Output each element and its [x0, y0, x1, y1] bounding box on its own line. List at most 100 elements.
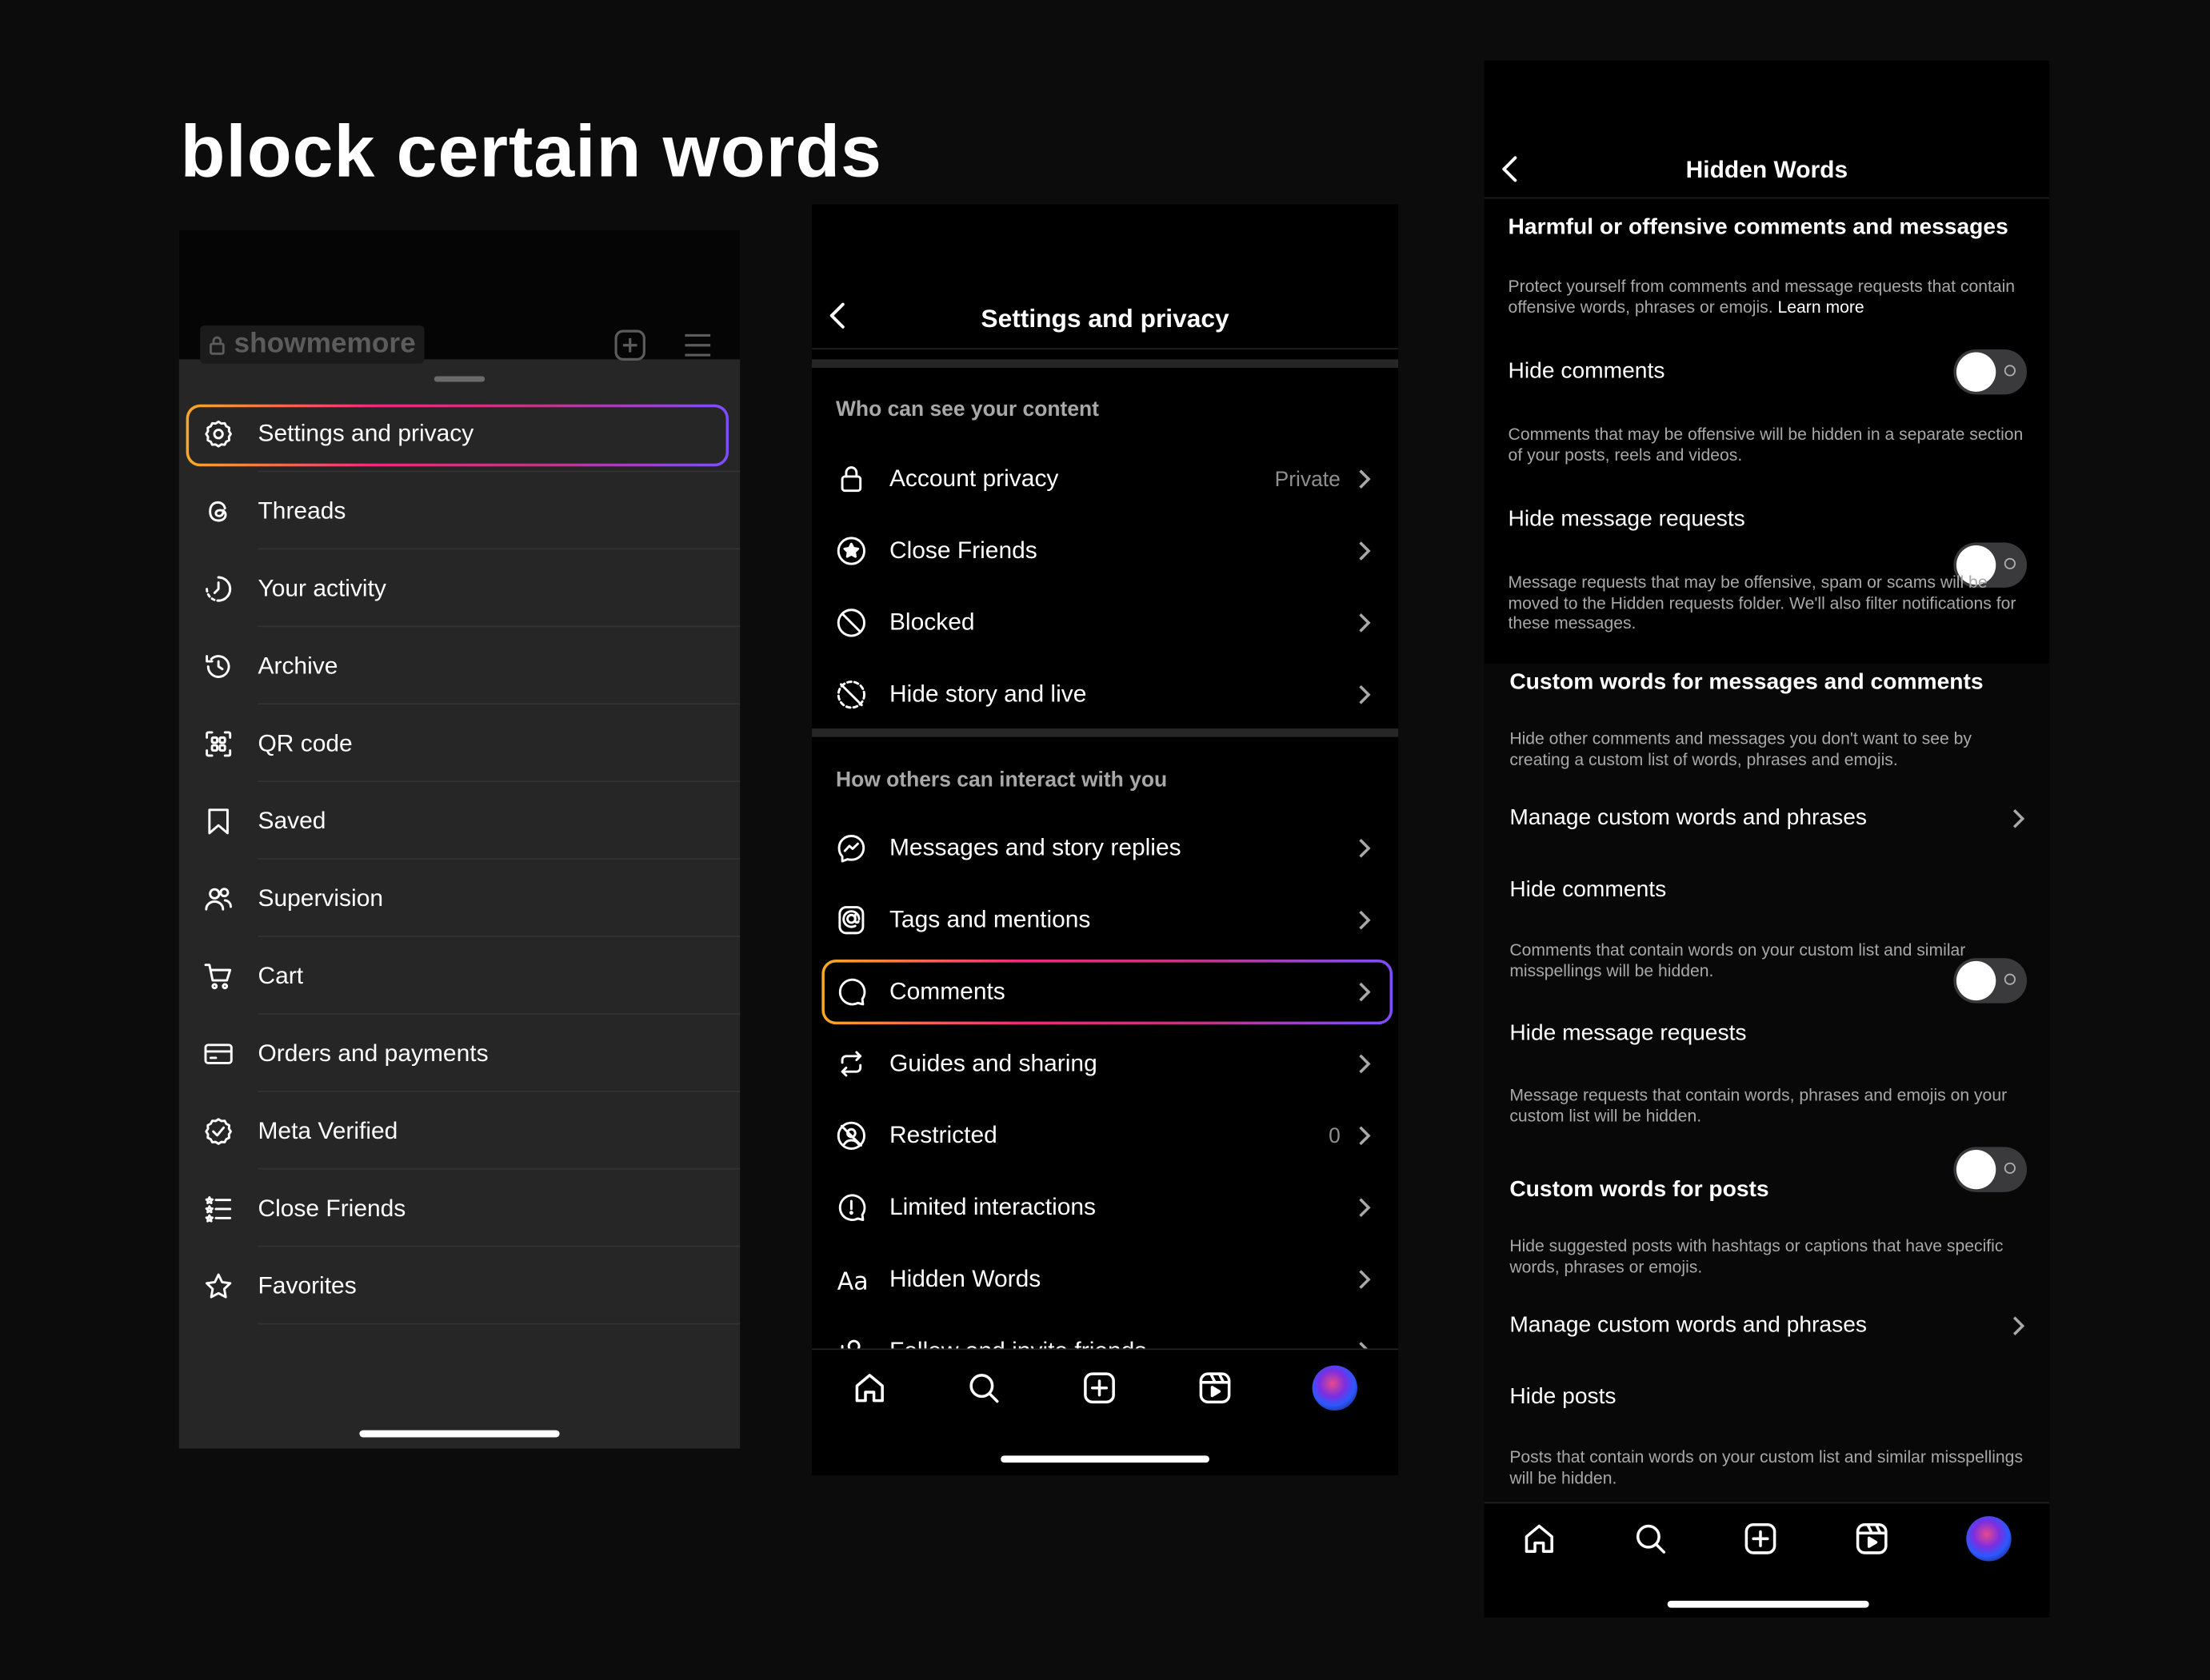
verified-badge-icon: [179, 1116, 258, 1147]
gear-icon: [179, 418, 258, 449]
menu-item-supervision[interactable]: Supervision: [179, 861, 741, 937]
custom-hide-comments-label: Hide comments: [1509, 877, 1667, 902]
create-icon[interactable]: [1744, 1522, 1778, 1555]
row-restricted[interactable]: Restricted 0: [836, 1109, 1374, 1163]
chevron-right-icon: [1359, 469, 1371, 489]
comment-icon: [836, 976, 889, 1008]
menu-item-meta-verified[interactable]: Meta Verified: [179, 1093, 741, 1170]
row-messages-and-story-replies[interactable]: Messages and story replies: [836, 821, 1374, 875]
hide-posts-label: Hide posts: [1509, 1385, 1617, 1410]
row-value: 0: [1329, 1123, 1341, 1148]
profile-avatar[interactable]: [1312, 1365, 1358, 1411]
home-icon[interactable]: [1523, 1522, 1557, 1555]
star-icon: [179, 1271, 258, 1303]
manage-custom-words-label: Manage custom words and phrases: [1509, 805, 1867, 830]
share-arrows-icon: [836, 1048, 889, 1079]
menu-item-label: Settings and privacy: [258, 420, 474, 447]
menu-item-label: Orders and payments: [258, 1040, 489, 1067]
bookmark-icon: [179, 806, 258, 837]
chevron-right-icon: [2012, 1316, 2025, 1336]
toggle-off-indicator: [2004, 1162, 2016, 1174]
menu-item-label: Threads: [258, 497, 346, 525]
blocked-icon: [836, 608, 889, 639]
row-hide-story-and-live[interactable]: Hide story and live: [836, 668, 1374, 721]
menu-item-settings-and-privacy[interactable]: Settings and privacy: [179, 396, 741, 473]
bottom-nav-container: [1484, 1502, 2050, 1618]
learn-more-link[interactable]: Learn more: [1778, 297, 1864, 317]
row-close-friends[interactable]: Close Friends: [836, 525, 1374, 578]
bottom-nav-container: [812, 1348, 1399, 1476]
home-icon[interactable]: [853, 1371, 886, 1405]
profile-avatar[interactable]: [1965, 1516, 2012, 1562]
menu-item-threads[interactable]: Threads: [179, 473, 741, 550]
row-label: Tags and mentions: [889, 906, 1091, 933]
desc-text: Protect yourself from comments and messa…: [1508, 276, 2016, 317]
menu-item-label: Saved: [258, 807, 326, 835]
reels-icon[interactable]: [1855, 1522, 1888, 1555]
chevron-right-icon: [1359, 1198, 1371, 1218]
menu-item-orders-and-payments[interactable]: Orders and payments: [179, 1016, 741, 1092]
row-label: Close Friends: [889, 537, 1037, 564]
custom-hide-message-requests-label: Hide message requests: [1509, 1021, 1747, 1046]
row-label: Messages and story replies: [889, 834, 1181, 861]
at-icon: [836, 904, 889, 936]
menu-item-saved[interactable]: Saved: [179, 784, 741, 860]
card-icon: [179, 1039, 258, 1070]
row-label: Blocked: [889, 609, 975, 636]
home-indicator[interactable]: [1001, 1455, 1209, 1463]
menu-item-favorites[interactable]: Favorites: [179, 1248, 741, 1325]
hide-message-requests-label: Hide message requests: [1508, 507, 1745, 532]
row-tags-and-mentions[interactable]: Tags and mentions: [836, 893, 1374, 947]
create-icon[interactable]: [1082, 1371, 1116, 1405]
header-divider: [1484, 197, 2050, 199]
hide-story-icon: [836, 679, 889, 710]
manage-custom-words-label: Manage custom words and phrases: [1509, 1313, 1867, 1338]
menu-item-close-friends[interactable]: Close Friends: [179, 1171, 741, 1247]
nav-divider: [1484, 1502, 2050, 1504]
hidden-words-panel: Hidden Words Harmful or offensive commen…: [1484, 60, 2050, 1618]
row-comments[interactable]: Comments: [836, 965, 1374, 1019]
custom-hide-comments-desc: Comments that contain words on your cust…: [1509, 940, 1966, 980]
lock-icon: [210, 335, 225, 354]
hide-comments-toggle[interactable]: [1953, 349, 2028, 395]
hide-comments-desc: Comments that may be offensive will be h…: [1508, 424, 2024, 465]
row-account-privacy[interactable]: Account privacy Private: [836, 453, 1374, 506]
hamburger-menu-icon[interactable]: [681, 329, 714, 362]
row-guides-and-sharing[interactable]: Guides and sharing: [836, 1037, 1374, 1091]
menu-item-archive[interactable]: Archive: [179, 629, 741, 705]
row-label: Hide story and live: [889, 680, 1087, 708]
menu-item-cart[interactable]: Cart: [179, 939, 741, 1015]
username-header: showmemore: [200, 325, 425, 364]
row-label: Comments: [889, 977, 1005, 1005]
home-indicator[interactable]: [1667, 1600, 1869, 1608]
row-label: Limited interactions: [889, 1193, 1097, 1221]
section-desc-custom-posts: Hide suggested posts with hashtags or ca…: [1509, 1235, 2004, 1276]
hide-posts-desc: Posts that contain words on your custom …: [1509, 1447, 2024, 1488]
menu-item-your-activity[interactable]: Your activity: [179, 551, 741, 628]
create-post-icon[interactable]: [613, 329, 647, 362]
section-title-custom-words: Custom words for messages and comments: [1509, 670, 1984, 695]
row-hidden-words[interactable]: Aa Hidden Words: [836, 1253, 1374, 1307]
search-icon[interactable]: [1633, 1522, 1667, 1555]
close-friends-list-icon: [179, 1194, 258, 1225]
row-blocked[interactable]: Blocked: [836, 596, 1374, 649]
home-indicator[interactable]: [359, 1430, 560, 1438]
menu-item-label: Favorites: [258, 1272, 357, 1299]
chevron-right-icon: [1359, 982, 1371, 1002]
nav-divider: [812, 1348, 1399, 1351]
menu-item-qr-code[interactable]: QR code: [179, 706, 741, 783]
threads-icon: [179, 496, 258, 527]
reels-icon[interactable]: [1197, 1371, 1231, 1405]
section-title-harmful: Harmful or offensive comments and messag…: [1508, 215, 2008, 240]
section-desc-custom-words: Hide other comments and messages you don…: [1509, 728, 1972, 769]
manage-custom-words-posts-row[interactable]: Manage custom words and phrases: [1509, 1301, 2028, 1351]
manage-custom-words-row[interactable]: Manage custom words and phrases: [1509, 793, 2028, 844]
profile-menu-panel: showmemore Settings and privacy Threads …: [178, 229, 741, 1449]
row-limited-interactions[interactable]: Limited interactions: [836, 1181, 1374, 1235]
toggle-off-indicator: [2004, 365, 2016, 377]
section-title-custom-posts: Custom words for posts: [1509, 1178, 1769, 1203]
sheet-handle[interactable]: [434, 376, 486, 382]
search-icon[interactable]: [968, 1371, 1001, 1405]
chevron-right-icon: [2012, 809, 2025, 828]
custom-hide-message-requests-desc: Message requests that contain words, phr…: [1509, 1084, 2008, 1126]
